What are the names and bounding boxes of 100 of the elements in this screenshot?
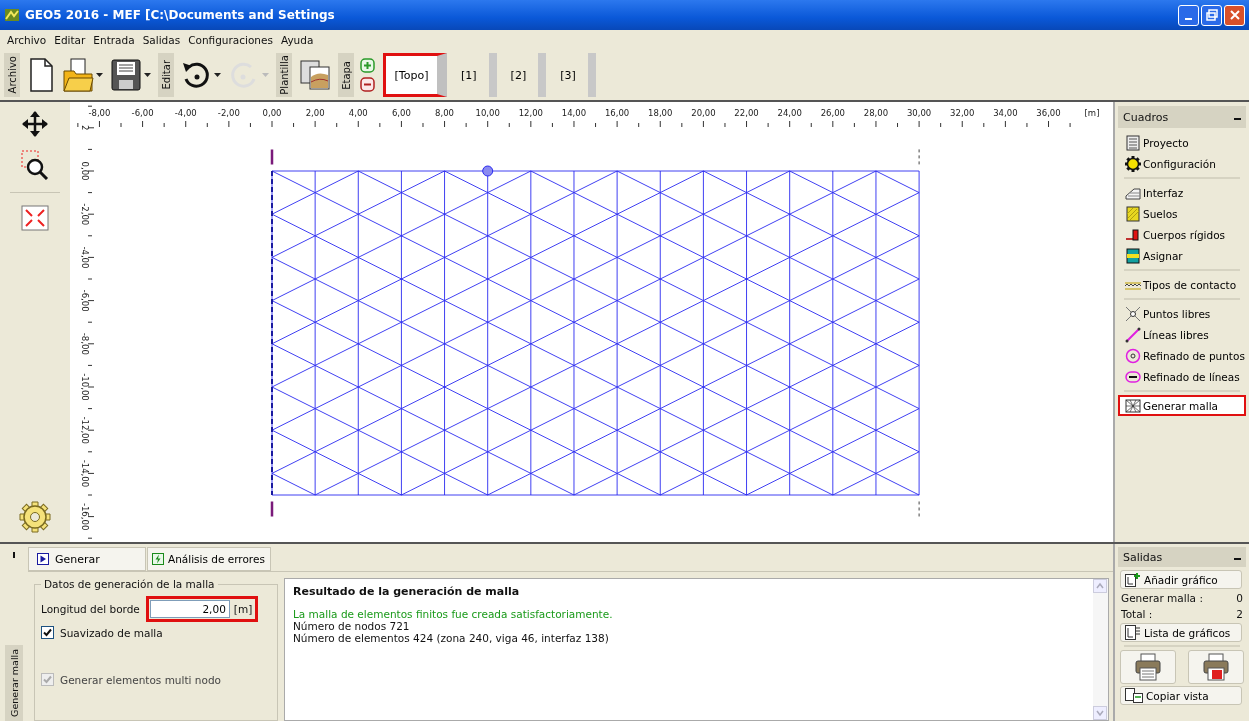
scroll-down-icon (1093, 706, 1107, 720)
copy-view-button[interactable]: Copiar vista (1120, 686, 1242, 705)
layers-icon[interactable] (298, 57, 332, 93)
scrollbar[interactable] (1093, 579, 1108, 720)
result-title: Resultado de la generación de malla (293, 585, 521, 598)
zoom-icon[interactable] (21, 150, 49, 180)
toolbar-group-label: Plantilla (276, 53, 292, 97)
generate-button[interactable]: Generar (28, 547, 146, 571)
error-analysis-button[interactable]: Análisis de errores (147, 547, 271, 571)
edge-length-field[interactable]: 2,00 [m] (145, 596, 259, 622)
ruler-label: 14,00 (561, 108, 587, 118)
line-refine-icon (1125, 368, 1141, 385)
frame-item[interactable]: Suelos (1118, 203, 1246, 224)
menu-item[interactable]: Archivo (4, 34, 50, 46)
settings-icon[interactable] (18, 500, 52, 534)
ruler-label: -10,00 (80, 373, 90, 401)
printer-icon (1203, 653, 1229, 681)
toolbar-group-label: Editar (158, 53, 174, 97)
ruler-unit: [m] (1084, 108, 1100, 118)
zoom-extents-icon[interactable] (21, 205, 49, 231)
frame-item[interactable]: Generar malla (1118, 395, 1246, 416)
move-icon[interactable] (21, 110, 49, 138)
ruler-label: 4,00 (348, 108, 368, 118)
count-value: 0 (1236, 592, 1243, 604)
ruler-label: 16,00 (604, 108, 630, 118)
print-pdf-button[interactable] (1188, 650, 1244, 684)
checkbox-label: Suavizado de malla (60, 626, 163, 639)
play-icon (37, 553, 49, 565)
ruler-label: 18,00 (648, 108, 673, 118)
frame-item[interactable]: Refinado de puntos (1118, 345, 1246, 366)
panel-title: Cuadros (1123, 110, 1169, 124)
menu-item[interactable]: Salidas (139, 34, 184, 46)
ruler-label: -16,00 (80, 502, 90, 531)
frame-item[interactable]: Asignar (1118, 245, 1246, 266)
maximize-button[interactable] (1201, 4, 1222, 26)
ruler-label: 20,00 (691, 108, 716, 118)
app-logo-icon (4, 7, 20, 23)
result-line: La malla de elementos finitos fue creada satisfactoriamente. (293, 608, 614, 620)
ruler-label: 30,00 (906, 108, 932, 118)
ruler-label: 2,00 (305, 108, 325, 118)
circle-point-icon (1125, 347, 1141, 364)
ruler-label: -8,00 (80, 332, 90, 355)
ruler-label: -6,00 (80, 289, 90, 312)
ruler-label: 10,00 (475, 108, 500, 118)
lightning-icon (152, 553, 164, 565)
document-icon (1125, 134, 1141, 151)
add-chart-button[interactable]: Añadir gráfico (1120, 570, 1242, 589)
save-floppy-icon[interactable] (110, 57, 142, 93)
caret-icon[interactable] (214, 72, 222, 78)
ruler-label: 6,00 (391, 108, 411, 118)
toolbar-group-label: Etapa (338, 53, 354, 97)
ruler-label: 24,00 (777, 108, 802, 118)
line-icon (1125, 326, 1141, 343)
menu-item[interactable]: Configuraciones (185, 34, 276, 46)
add-stage-icon[interactable] (360, 58, 375, 73)
panel-title: Salidas (1123, 550, 1163, 564)
ruler-label: -2,00 (80, 203, 90, 226)
minimize-button[interactable] (1178, 4, 1199, 26)
ruler-label: -4,00 (174, 108, 197, 118)
frame-item[interactable]: Configuración (1118, 153, 1246, 174)
ruler-label: 2 (80, 125, 90, 131)
menu-item[interactable]: Entrada (90, 34, 138, 46)
stage-tab[interactable]: [Topo] (383, 53, 447, 97)
open-folder-icon[interactable] (62, 57, 94, 93)
window-title: GEO5 2016 - MEF [C:\Documents and Settings (25, 8, 335, 22)
restore-icon (1205, 9, 1218, 21)
menu-item[interactable]: Editar (51, 34, 89, 46)
caret-icon[interactable] (96, 72, 104, 78)
ruler-label: 28,00 (863, 108, 889, 118)
ruler-label: 0,00 (262, 108, 282, 118)
rigid-body-icon (1125, 226, 1141, 243)
frame-item[interactable]: Proyecto (1118, 132, 1246, 153)
close-button[interactable] (1224, 4, 1245, 26)
mesh-icon (1125, 397, 1141, 414)
ruler-label: 36,00 (1036, 108, 1061, 118)
ruler-label: -4,00 (80, 246, 90, 269)
checkbox[interactable] (41, 626, 54, 639)
frame-item[interactable]: Refinado de líneas (1118, 366, 1246, 387)
checkbox-label: Generar elementos multi nodo (60, 673, 221, 686)
side-tab[interactable]: Generar malla (5, 645, 23, 721)
caret-icon[interactable] (144, 72, 152, 78)
remove-stage-icon[interactable] (360, 77, 375, 92)
printer-icon (1135, 653, 1161, 681)
ruler-label: -6,00 (131, 108, 154, 118)
frame-item[interactable]: Líneas libres (1118, 324, 1246, 345)
list-icon (1125, 625, 1141, 640)
close-icon (1228, 9, 1241, 21)
chart-list-button[interactable]: Lista de gráficos (1120, 623, 1242, 642)
frame-item[interactable]: Tipos de contacto (1118, 274, 1246, 295)
print-button[interactable] (1120, 650, 1176, 684)
menu-item[interactable]: Ayuda (277, 34, 317, 46)
frame-item[interactable]: Puntos libres (1118, 303, 1246, 324)
frame-item[interactable]: Cuerpos rígidos (1118, 224, 1246, 245)
count-label: Total : (1121, 608, 1153, 620)
ruler-label: 12,00 (518, 108, 543, 118)
ruler-label: 26,00 (820, 108, 845, 118)
frame-item[interactable]: Interfaz (1118, 182, 1246, 203)
ruler-label: -2,00 (217, 108, 240, 118)
count-label: Generar malla : (1121, 592, 1203, 604)
gear-icon (1125, 155, 1141, 172)
